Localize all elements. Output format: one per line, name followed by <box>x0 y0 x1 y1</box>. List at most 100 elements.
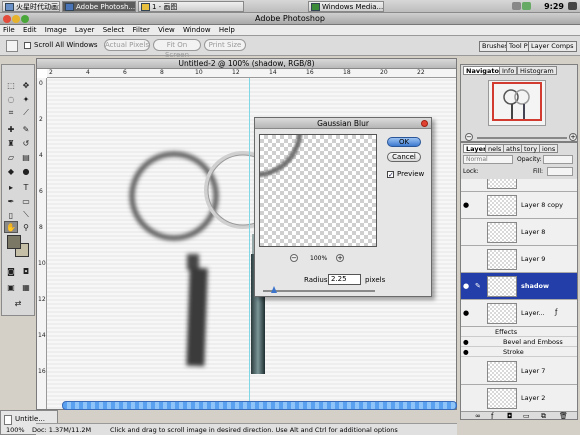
taskbar-item-wmp[interactable]: Windows Media... <box>308 1 384 12</box>
tab-layer-comps[interactable]: Layer Comps <box>528 41 577 52</box>
menu-image[interactable]: Image <box>42 25 70 36</box>
menu-window[interactable]: Window <box>180 25 214 36</box>
eye-icon[interactable] <box>463 367 472 376</box>
eye-icon[interactable]: ● <box>463 347 469 357</box>
menu-edit[interactable]: Edit <box>20 25 40 36</box>
tab-histogram[interactable]: Histogram <box>517 66 557 75</box>
volume-icon[interactable] <box>512 2 521 10</box>
preview-checkbox[interactable]: ✓ <box>387 171 394 179</box>
crop-tool-icon[interactable]: ⌗ <box>4 107 18 119</box>
fit-on-screen-button[interactable]: Fit On Screen <box>153 39 201 59</box>
layer-row[interactable]: Layer 7 <box>461 358 577 385</box>
cancel-button[interactable]: Cancel <box>387 152 421 162</box>
hand-tool-preset-icon[interactable] <box>6 40 18 52</box>
zoom-readout[interactable]: 100% <box>6 424 25 435</box>
blend-mode-select[interactable]: Normal <box>463 155 513 164</box>
mask-icon[interactable]: ◘ <box>507 412 513 419</box>
quick-mask-icon[interactable]: ◙ <box>4 265 18 277</box>
full-screen-mode-icon[interactable]: ▦ <box>19 281 33 293</box>
layer-row[interactable]: ● Layer 8 copy <box>461 192 577 219</box>
pen-tool-icon[interactable]: ✒ <box>4 195 18 207</box>
jump-to-imageready-icon[interactable]: ⇄ <box>11 297 25 309</box>
foreground-color-swatch[interactable] <box>7 235 21 249</box>
opacity-field[interactable] <box>543 155 573 164</box>
horizontal-scrollbar[interactable] <box>62 401 457 410</box>
layer-row[interactable]: Layer 2 <box>461 385 577 412</box>
eye-icon[interactable] <box>463 228 472 237</box>
ok-button[interactable]: OK <box>387 137 421 147</box>
minimize-icon[interactable] <box>12 15 20 23</box>
menu-select[interactable]: Select <box>100 25 128 36</box>
eyedropper-tool-icon[interactable]: ⟍ <box>19 209 33 221</box>
network-icon[interactable] <box>522 2 531 10</box>
slice-tool-icon[interactable]: ⟋ <box>19 107 33 119</box>
effect-stroke[interactable]: ● Stroke <box>461 347 577 357</box>
zoom-icon[interactable] <box>21 15 29 23</box>
tab-history[interactable]: tory <box>521 144 541 153</box>
standard-mode-icon[interactable]: ◘ <box>19 265 33 277</box>
navigator-view-box[interactable] <box>492 82 542 121</box>
tab-channels[interactable]: nels <box>485 144 505 153</box>
close-icon[interactable] <box>421 120 428 127</box>
guide-line[interactable] <box>249 78 250 409</box>
scroll-all-windows-checkbox[interactable] <box>24 42 31 49</box>
fill-field[interactable] <box>547 167 573 176</box>
gradient-tool-icon[interactable]: ▤ <box>19 151 33 163</box>
zoom-out-icon[interactable]: − <box>290 254 298 262</box>
zoom-in-icon[interactable]: + <box>569 133 577 141</box>
move-tool-icon[interactable]: ✥ <box>19 79 33 91</box>
layer-row[interactable]: ● Layer... ƒ <box>461 300 577 327</box>
radius-slider-track[interactable] <box>263 290 375 292</box>
taskbar-item-paint[interactable]: 1 - 画图 <box>138 1 244 12</box>
type-tool-icon[interactable]: T <box>19 181 33 193</box>
effects-icon[interactable]: ƒ <box>555 308 557 316</box>
zoom-in-icon[interactable]: + <box>336 254 344 262</box>
new-layer-icon[interactable]: ⧉ <box>541 412 546 419</box>
blur-preview[interactable] <box>259 134 377 247</box>
notes-tool-icon[interactable]: ▯ <box>4 209 18 221</box>
navigator-zoom-slider[interactable] <box>477 137 567 139</box>
eye-icon[interactable]: ● <box>463 309 472 318</box>
dodge-tool-icon[interactable]: ● <box>19 165 33 177</box>
trash-icon[interactable]: 🗑 <box>559 412 568 419</box>
path-selection-tool-icon[interactable]: ▸ <box>4 181 18 193</box>
eye-icon[interactable] <box>463 255 472 264</box>
layer-row[interactable] <box>461 179 577 192</box>
menu-layer[interactable]: Layer <box>72 25 98 36</box>
layer-row[interactable]: Layer 9 <box>461 246 577 273</box>
stamp-tool-icon[interactable]: ♜ <box>4 137 18 149</box>
actual-pixels-button[interactable]: Actual Pixels <box>104 39 150 51</box>
hand-tool-icon[interactable]: ✋ <box>4 221 18 233</box>
add-style-icon[interactable]: ƒ <box>491 412 493 419</box>
eye-icon[interactable] <box>463 394 472 403</box>
close-icon[interactable] <box>3 15 11 23</box>
tab-actions[interactable]: ions <box>539 144 559 153</box>
radius-field[interactable]: 2.25 <box>328 274 361 285</box>
tray-menu-icon[interactable] <box>568 2 577 10</box>
marquee-tool-icon[interactable]: ⬚ <box>4 79 18 91</box>
eye-icon[interactable]: ● <box>463 337 469 347</box>
print-size-button[interactable]: Print Size <box>204 39 246 51</box>
taskbar-item-mars[interactable]: 火星时代动画大... <box>2 1 60 12</box>
link-icon[interactable]: ∞ <box>475 412 481 419</box>
effect-bevel-emboss[interactable]: ● Bevel and Emboss <box>461 337 577 347</box>
layer-row[interactable]: Layer 8 <box>461 219 577 246</box>
zoom-tool-icon[interactable]: ⚲ <box>19 221 33 233</box>
shape-tool-icon[interactable]: ▭ <box>19 195 33 207</box>
zoom-out-icon[interactable]: − <box>465 133 473 141</box>
tab-info[interactable]: Info <box>499 66 518 75</box>
layer-row-selected[interactable]: ● ✎ shadow <box>461 273 577 300</box>
menu-filter[interactable]: Filter <box>130 25 153 36</box>
eye-icon[interactable]: ● <box>463 282 472 291</box>
eraser-tool-icon[interactable]: ▱ <box>4 151 18 163</box>
blur-tool-icon[interactable]: ◆ <box>4 165 18 177</box>
menu-help[interactable]: Help <box>216 25 238 36</box>
history-brush-tool-icon[interactable]: ↺ <box>19 137 33 149</box>
healing-brush-tool-icon[interactable]: ✚ <box>4 123 18 135</box>
magic-wand-tool-icon[interactable]: ✦ <box>19 93 33 105</box>
menu-view[interactable]: View <box>155 25 178 36</box>
menu-file[interactable]: File <box>0 25 18 36</box>
brush-tool-icon[interactable]: ✎ <box>19 123 33 135</box>
screen-mode-icon[interactable]: ▣ <box>4 281 18 293</box>
lasso-tool-icon[interactable]: ◌ <box>4 93 18 105</box>
